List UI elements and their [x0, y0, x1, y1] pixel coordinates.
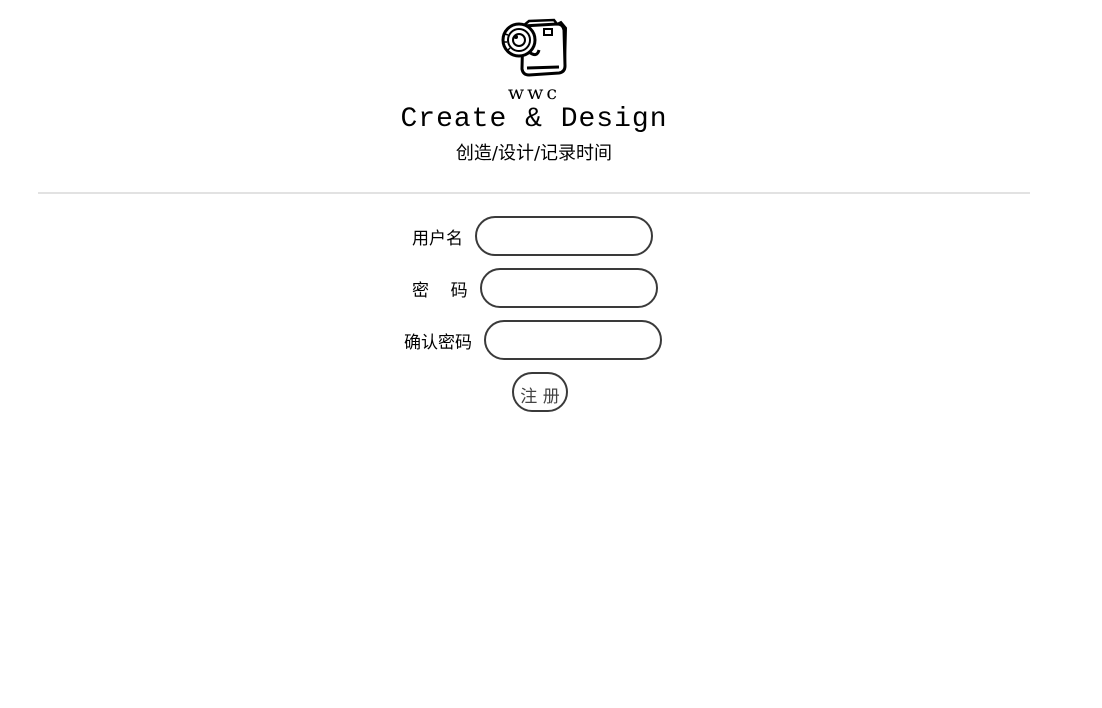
username-input[interactable]	[475, 216, 653, 256]
register-button[interactable]: 注 册	[512, 372, 568, 412]
subtitle: 创造/设计/记录时间	[455, 143, 613, 164]
tagline: Create & Design	[400, 104, 668, 135]
password-row: 密 码	[412, 268, 658, 308]
password-input[interactable]	[479, 268, 658, 308]
camera-icon	[499, 16, 569, 78]
password-label: 密 码	[412, 280, 468, 301]
brand-name: wwc	[507, 82, 561, 104]
username-row: 用户名	[412, 216, 653, 256]
confirm-password-label: 确认密码	[404, 332, 472, 353]
username-label: 用户名	[412, 228, 463, 249]
divider	[38, 192, 1030, 194]
confirm-password-input[interactable]	[484, 320, 662, 360]
confirm-password-row: 确认密码	[404, 320, 662, 360]
